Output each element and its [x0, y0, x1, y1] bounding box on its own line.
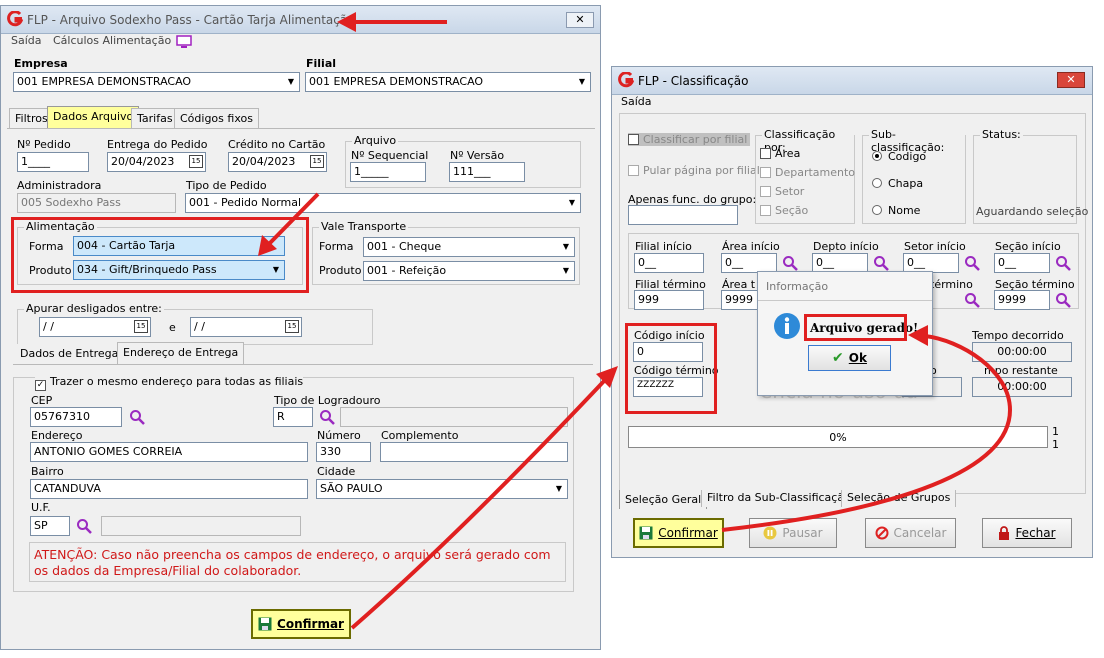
arrow-confirm-to-codigo: [350, 366, 618, 630]
arrow-alimentacao: [258, 192, 320, 256]
arrow-confirm-to-message: [721, 325, 1013, 532]
annotation-arrows: [258, 12, 1013, 630]
arrow-title: [337, 12, 447, 32]
